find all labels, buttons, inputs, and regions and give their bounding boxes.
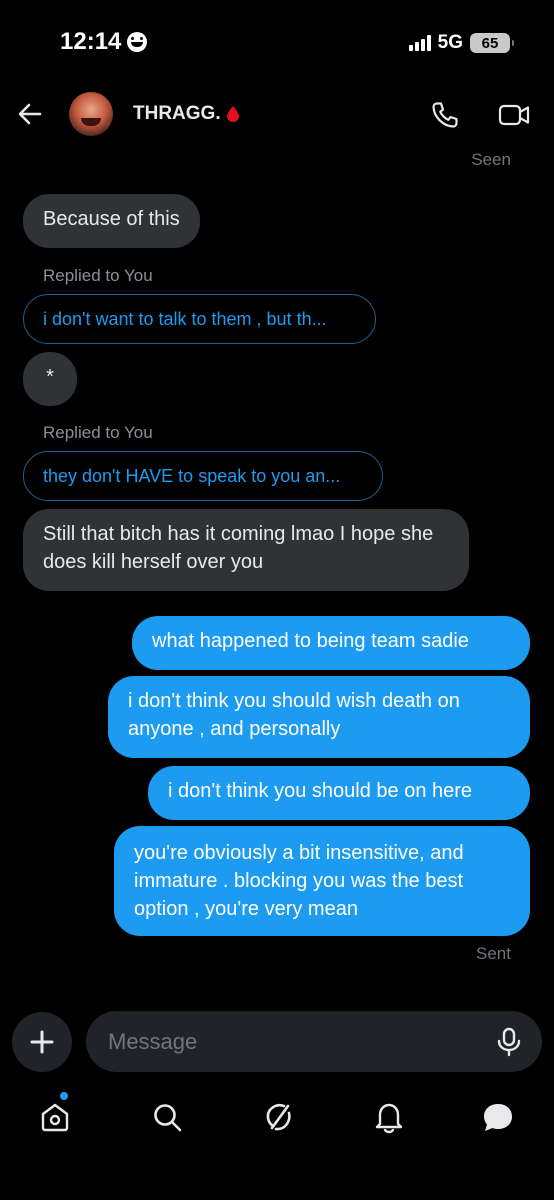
sent-label: Sent <box>476 944 511 963</box>
smiley-icon <box>127 32 148 52</box>
plus-icon <box>30 1030 54 1054</box>
phone-icon[interactable] <box>430 100 460 130</box>
back-arrow-icon[interactable] <box>14 98 46 130</box>
status-bar: 12:14 5G 65 <box>0 0 554 86</box>
video-call-icon[interactable] <box>498 100 530 130</box>
message-input[interactable] <box>108 1025 478 1059</box>
incoming-message[interactable]: Because of this <box>23 194 200 248</box>
status-time-text: 12:14 <box>60 28 122 55</box>
reply-label: Replied to You <box>43 423 153 442</box>
contact-name: THRAGG. <box>133 103 221 124</box>
notifications-icon[interactable] <box>372 1100 406 1134</box>
reply-preview[interactable]: they don't HAVE to speak to you an... <box>23 451 383 501</box>
battery-icon: 65 <box>470 33 514 53</box>
add-attachment-button[interactable] <box>12 1012 72 1072</box>
status-indicators: 5G 65 <box>408 32 514 54</box>
microphone-icon[interactable] <box>496 1027 522 1057</box>
seen-label: Seen <box>471 150 511 169</box>
outgoing-message[interactable]: what happened to being team sadie <box>132 616 530 670</box>
bottom-navigation <box>0 1092 554 1152</box>
battery-level: 65 <box>481 34 499 52</box>
network-type: 5G <box>437 32 463 53</box>
incoming-message[interactable]: * <box>23 352 77 406</box>
home-icon[interactable] <box>38 1100 72 1134</box>
incoming-message[interactable]: Still that bitch has it coming lmao I ho… <box>23 509 469 591</box>
reply-label: Replied to You <box>43 266 153 285</box>
contact-name-row[interactable]: THRAGG. <box>133 103 239 125</box>
search-icon[interactable] <box>150 1100 184 1134</box>
grok-icon[interactable] <box>261 1100 295 1134</box>
messages-icon[interactable] <box>481 1100 515 1134</box>
status-time: 12:14 <box>60 28 148 56</box>
reply-preview[interactable]: i don't want to talk to them , but th... <box>23 294 376 344</box>
blood-drop-icon <box>226 106 239 122</box>
avatar[interactable] <box>69 92 113 136</box>
outgoing-message[interactable]: you're obviously a bit insensitive, and … <box>114 826 530 936</box>
outgoing-message[interactable]: i don't think you should be on here <box>148 766 530 820</box>
message-composer <box>86 1011 542 1072</box>
outgoing-message[interactable]: i don't think you should wish death on a… <box>108 676 530 758</box>
signal-icon <box>408 35 431 51</box>
conversation-header: THRAGG. <box>0 86 554 146</box>
home-unread-dot <box>60 1092 68 1100</box>
